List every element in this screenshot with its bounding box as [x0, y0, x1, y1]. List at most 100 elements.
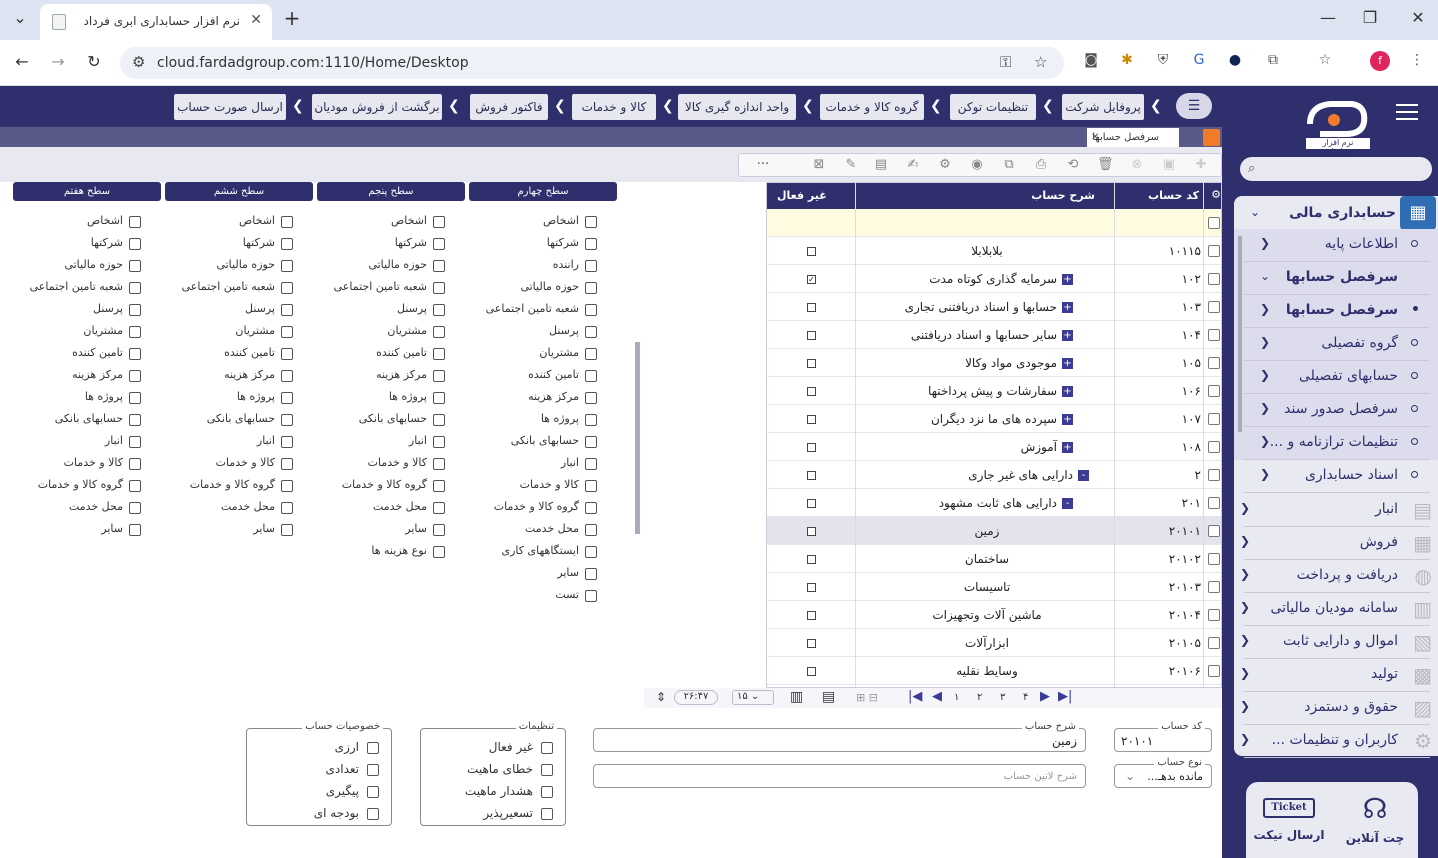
level-option[interactable]: شعبه تامین اجتماعی	[13, 278, 161, 298]
level-option[interactable]: حسابهای بانکی	[13, 410, 161, 430]
form-option[interactable]: تسعیرپذیر	[433, 805, 553, 823]
shield-icon[interactable]: ⛨	[1152, 52, 1174, 68]
level-option[interactable]: حسابهای بانکی	[469, 432, 617, 452]
level-option[interactable]: شعبه تامین اجتماعی	[317, 278, 465, 298]
reload-icon[interactable]: ↻	[82, 52, 106, 71]
settings-icon[interactable]: ⚙	[937, 157, 953, 173]
level-option[interactable]: مرکز هزینه	[165, 366, 313, 386]
level-checkbox[interactable]	[281, 392, 293, 404]
level-checkbox[interactable]	[585, 392, 597, 404]
level-option[interactable]: کالا و خدمات	[13, 454, 161, 474]
level-checkbox[interactable]	[281, 348, 293, 360]
level-checkbox[interactable]	[585, 260, 597, 272]
level-checkbox[interactable]	[281, 304, 293, 316]
option-checkbox[interactable]	[367, 742, 379, 754]
level-option[interactable]: تست	[469, 586, 617, 606]
table-row[interactable]: ۲۰۱۰۶ وسایط نقلیه	[767, 657, 1221, 685]
level-option[interactable]: گروه کالا و خدمات	[13, 476, 161, 496]
inactive-checkbox[interactable]	[807, 331, 816, 340]
table-row[interactable]: ۱۰۴ + سایر حسابها و اسناد دریافتنی	[767, 321, 1221, 349]
omnibox[interactable]: ⚙ cloud.fardadgroup.com:1110/Home/Deskto…	[120, 47, 1064, 79]
row-checkbox[interactable]	[1208, 441, 1220, 453]
form-option[interactable]: بودجه ای	[259, 805, 379, 823]
table-row[interactable]: ۱۰۸ + آموزش	[767, 433, 1221, 461]
level-option[interactable]: سایر	[13, 520, 161, 540]
translate-icon[interactable]: G	[1188, 52, 1210, 68]
back-icon[interactable]: ←	[10, 52, 34, 71]
row-checkbox[interactable]	[1208, 469, 1220, 481]
chrome-menu-icon[interactable]: ⋮	[1406, 52, 1428, 68]
level-option[interactable]: کالا و خدمات	[165, 454, 313, 474]
level-checkbox[interactable]	[433, 480, 445, 492]
level-checkbox[interactable]	[129, 436, 141, 448]
cancel-icon[interactable]: ⊗	[1129, 157, 1145, 173]
row-checkbox[interactable]	[1208, 385, 1220, 397]
row-checkbox[interactable]	[1208, 497, 1220, 509]
level-option[interactable]: پرسنل	[469, 322, 617, 342]
inactive-checkbox[interactable]	[807, 359, 816, 368]
column-header-desc[interactable]: شرح حساب	[1031, 189, 1095, 202]
tiles-icon[interactable]	[1203, 129, 1220, 146]
table-row[interactable]: ۲۰۱۰۲ ساختمان	[767, 545, 1221, 573]
form-option[interactable]: پیگیری	[259, 783, 379, 801]
levels-scrollbar[interactable]	[634, 182, 642, 706]
level-option[interactable]: مرکز هزینه	[13, 366, 161, 386]
level-checkbox[interactable]	[129, 392, 141, 404]
inactive-checkbox[interactable]	[807, 667, 816, 676]
level-option[interactable]: مرکز هزینه	[469, 388, 617, 408]
level-option[interactable]: پرسنل	[13, 300, 161, 320]
level-option[interactable]: راننده	[469, 256, 617, 276]
inactive-checkbox[interactable]	[807, 443, 816, 452]
column-header-inactive[interactable]: غیر فعال	[777, 189, 827, 202]
first-page-icon[interactable]: |◀	[908, 689, 922, 704]
row-checkbox[interactable]	[1208, 357, 1220, 369]
inactive-checkbox[interactable]	[807, 387, 816, 396]
level-checkbox[interactable]	[585, 458, 597, 470]
table-row[interactable]: ۲۰۱۰۵ ابزارآلات	[767, 629, 1221, 657]
row-checkbox[interactable]	[1208, 329, 1220, 341]
level-checkbox[interactable]	[281, 480, 293, 492]
sidebar-module[interactable]: حقوق و دستمزد ❮ ▨	[1234, 692, 1438, 725]
sidebar-item[interactable]: تنظیمات ترازنامه و ... ❮	[1234, 427, 1438, 460]
table-row[interactable]: ۱۰۲ + سرمایه گذاری کوتاه مدت ✓	[767, 265, 1221, 293]
collapse-icon[interactable]: -	[1062, 498, 1073, 509]
level-checkbox[interactable]	[129, 524, 141, 536]
collapse-icon[interactable]: -	[1078, 470, 1089, 481]
tab-search-icon[interactable]: ⌄	[8, 8, 32, 27]
level-option[interactable]: تامین کننده	[13, 344, 161, 364]
close-tab-icon[interactable]: ✕	[1091, 128, 1099, 147]
level-option[interactable]: شعبه تامین اجتماعی	[165, 278, 313, 298]
level-checkbox[interactable]	[129, 348, 141, 360]
level-option[interactable]: حسابهای بانکی	[317, 410, 465, 430]
sidebar-module[interactable]: اموال و دارایی ثابت ❮ ▧	[1234, 626, 1438, 659]
breadcrumb-menu-button[interactable]: ☰	[1176, 93, 1212, 119]
table-row[interactable]: ۲۰۱۰۴ ماشین آلات وتجهیزات	[767, 601, 1221, 629]
document-icon[interactable]: ▤	[873, 157, 889, 173]
close-window-icon[interactable]: ✕	[1406, 8, 1430, 27]
level-option[interactable]: پروژه ها	[13, 388, 161, 408]
level-checkbox[interactable]	[585, 502, 597, 514]
maximize-icon[interactable]: ❐	[1358, 8, 1382, 27]
level-option[interactable]: تامین کننده	[317, 344, 465, 364]
form-option[interactable]: هشدار ماهیت	[433, 783, 553, 801]
inactive-checkbox[interactable]	[807, 639, 816, 648]
row-checkbox[interactable]	[1208, 581, 1220, 593]
scroll-thumb[interactable]	[635, 342, 640, 534]
option-checkbox[interactable]	[367, 786, 379, 798]
option-checkbox[interactable]	[541, 786, 553, 798]
level-option[interactable]: حوزه مالیاتی	[165, 256, 313, 276]
level-checkbox[interactable]	[433, 414, 445, 426]
level-checkbox[interactable]	[433, 370, 445, 382]
level-option[interactable]: اشخاص	[469, 212, 617, 232]
level-checkbox[interactable]	[585, 590, 597, 602]
level-checkbox[interactable]	[433, 282, 445, 294]
level-checkbox[interactable]	[433, 436, 445, 448]
breadcrumb-item[interactable]: ارسال صورت حساب	[174, 94, 286, 120]
level-option[interactable]: حوزه مالیاتی	[13, 256, 161, 276]
level-option[interactable]: پروژه ها	[317, 388, 465, 408]
level-option[interactable]: پروژه ها	[165, 388, 313, 408]
level-option[interactable]: محل خدمت	[317, 498, 465, 518]
table-row[interactable]: ۱۰۱۱۵ بلابلابلا	[767, 237, 1221, 265]
sidebar-module[interactable]: سامانه مودیان مالیاتی ❮ ▥	[1234, 593, 1438, 626]
level-checkbox[interactable]	[129, 414, 141, 426]
